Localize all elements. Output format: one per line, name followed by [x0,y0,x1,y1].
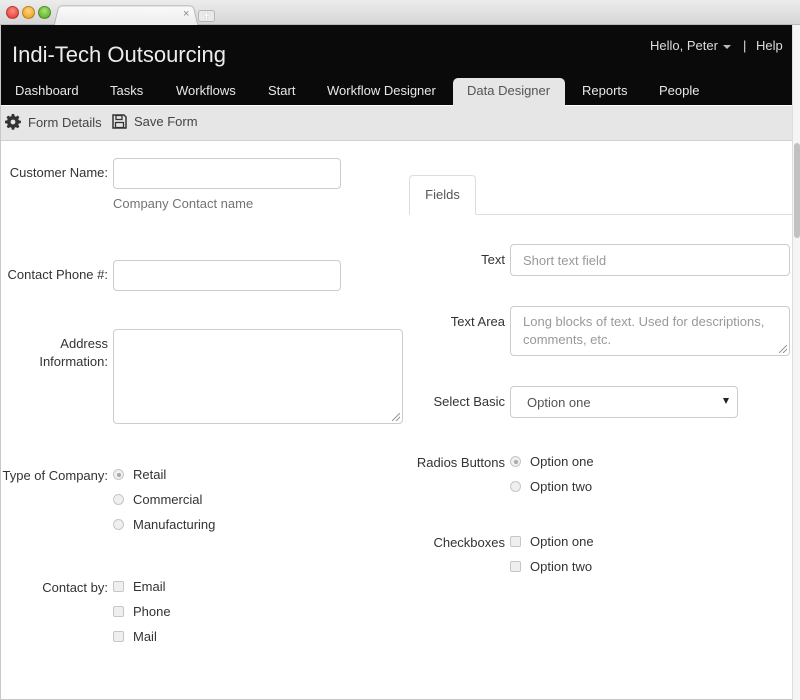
nav-workflow-designer[interactable]: Workflow Designer [313,78,450,106]
palette-radios-label: Radios Buttons [416,455,505,470]
company-type-option[interactable]: Retail [113,467,166,482]
browser-chrome: × + [0,0,800,27]
radio[interactable] [113,494,124,505]
tab-fields[interactable]: Fields [409,175,476,215]
radio[interactable] [510,481,521,492]
header: Indi-Tech Outsourcing Hello, Peter | Hel… [1,25,793,106]
palette-radio-option[interactable]: Option one [510,454,594,469]
customer-name-help: Company Contact name [113,196,254,211]
option-label: Option one [530,534,594,549]
app-title[interactable]: Indi-Tech Outsourcing [12,42,226,68]
header-separator: | [743,38,747,53]
save-form-label: Save Form [134,114,198,129]
nav-start[interactable]: Start [254,78,309,106]
checkbox[interactable] [113,581,124,592]
select-value: Option one [527,394,591,410]
option-label: Manufacturing [133,517,216,532]
minimize-window-button[interactable] [22,6,35,19]
palette-radio-option[interactable]: Option two [510,479,592,494]
palette-text-label: Text [481,252,505,267]
browser-tab[interactable] [53,5,199,27]
palette-textarea[interactable]: Long blocks of text. Used for descriptio… [510,306,790,356]
user-greeting: Hello, Peter [650,38,718,53]
option-label: Phone [133,604,171,619]
address-label-line2: Information: [39,354,108,369]
save-form-button[interactable]: Save Form [112,114,198,129]
scrollbar-thumb[interactable] [794,143,800,238]
palette-textarea-placeholder: Long blocks of text. Used for descriptio… [523,314,765,347]
palette-select-label: Select Basic [433,394,505,409]
customer-name-input[interactable] [113,158,341,189]
palette-text-input[interactable]: Short text field [510,244,790,276]
checkbox[interactable] [113,606,124,617]
contact-phone-input[interactable] [113,260,341,291]
nav-reports[interactable]: Reports [568,78,642,106]
company-type-option[interactable]: Commercial [113,492,202,507]
form-details-button[interactable]: Form Details [5,114,102,130]
nav-people[interactable]: People [645,78,713,106]
nav-data-designer[interactable]: Data Designer [453,78,565,106]
form-canvas: Customer Name: Company Contact name Cont… [1,141,793,700]
caret-down-icon [722,44,731,49]
option-label: Retail [133,467,167,482]
option-label: Mail [133,629,157,644]
checkbox[interactable] [510,561,521,572]
customer-name-label: Customer Name: [9,165,108,180]
option-label: Email [133,579,166,594]
nav-dashboard[interactable]: Dashboard [1,78,93,106]
palette-checkbox-option[interactable]: Option one [510,534,594,549]
contact-by-label: Contact by: [42,580,108,595]
app-window: Indi-Tech Outsourcing Hello, Peter | Hel… [0,25,793,700]
new-tab-button[interactable]: + [198,10,215,22]
palette-checkboxes-label: Checkboxes [433,535,505,550]
checkbox[interactable] [113,631,124,642]
user-menu[interactable]: Hello, Peter [650,38,731,53]
resize-grip-icon[interactable] [779,345,787,353]
dropdown-arrow-icon [723,398,729,404]
company-type-label: Type of Company: [2,468,109,483]
resize-grip-icon[interactable] [392,413,400,421]
nav-tasks[interactable]: Tasks [96,78,157,106]
contact-by-option[interactable]: Phone [113,604,171,619]
address-label-line1: Address [60,336,108,351]
radio-checked[interactable] [113,469,124,480]
form-toolbar: Form Details Save Form [1,106,793,141]
maximize-window-button[interactable] [38,6,51,19]
radio-checked[interactable] [510,456,521,467]
address-textarea[interactable] [113,329,403,424]
contact-by-option[interactable]: Mail [113,629,157,644]
option-label: Commercial [133,492,203,507]
palette-tabs: Fields [409,175,793,215]
palette-checkbox-option[interactable]: Option two [510,559,592,574]
nav-workflows[interactable]: Workflows [162,78,250,106]
main-nav: Dashboard Tasks Workflows Start Workflow… [1,78,793,106]
contact-by-option[interactable]: Email [113,579,166,594]
option-label: Option two [530,559,593,574]
palette-select[interactable]: Option one [510,386,738,418]
company-type-option[interactable]: Manufacturing [113,517,215,532]
vertical-scrollbar[interactable] [792,25,800,700]
gear-icon [5,114,21,130]
option-label: Option one [530,454,594,469]
checkbox[interactable] [510,536,521,547]
palette-textarea-label: Text Area [450,314,505,329]
radio[interactable] [113,519,124,530]
close-tab-icon[interactable]: × [183,8,189,20]
form-details-label: Form Details [28,114,102,130]
help-link[interactable]: Help [756,38,783,53]
contact-phone-label: Contact Phone #: [7,267,108,282]
option-label: Option two [530,479,593,494]
close-window-button[interactable] [6,6,19,19]
save-icon [112,114,127,129]
